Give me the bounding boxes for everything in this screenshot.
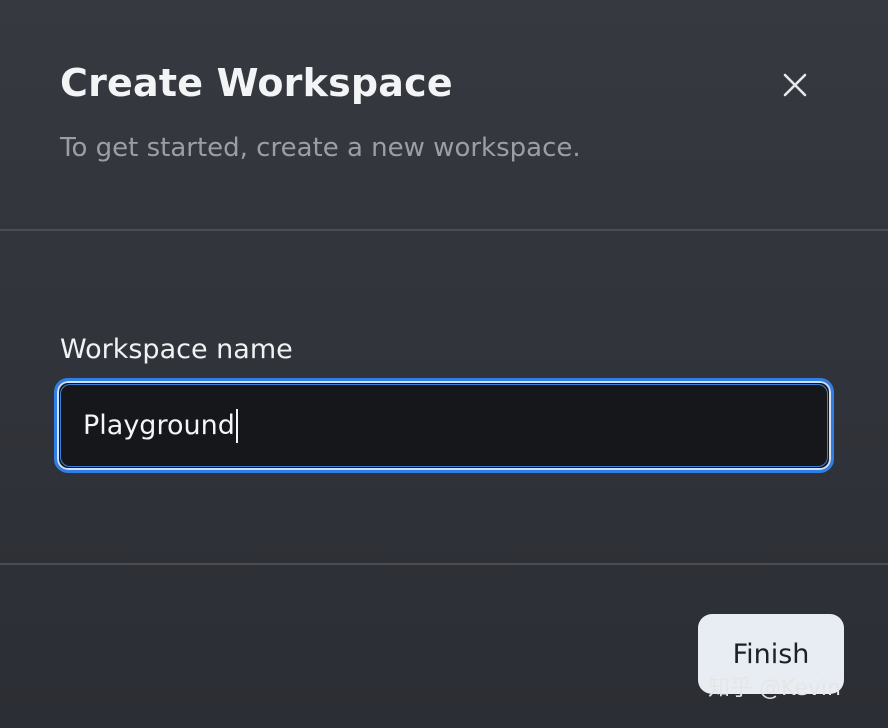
header-divider <box>0 229 888 231</box>
watermark: 知乎 @Kevin <box>708 676 841 701</box>
dialog-title: Create Workspace <box>60 61 453 105</box>
footer-divider <box>0 563 888 565</box>
dialog-subtitle: To get started, create a new workspace. <box>60 133 581 163</box>
dialog-header: Create Workspace To get started, create … <box>0 0 888 230</box>
workspace-name-label: Workspace name <box>60 334 293 365</box>
workspace-name-field[interactable]: Playground <box>54 378 834 473</box>
close-button[interactable] <box>772 62 818 108</box>
workspace-name-value: Playground <box>83 409 235 441</box>
text-caret <box>235 408 238 443</box>
create-workspace-dialog: Create Workspace To get started, create … <box>0 0 888 728</box>
workspace-name-input[interactable]: Playground <box>60 384 828 467</box>
close-icon <box>783 73 807 97</box>
